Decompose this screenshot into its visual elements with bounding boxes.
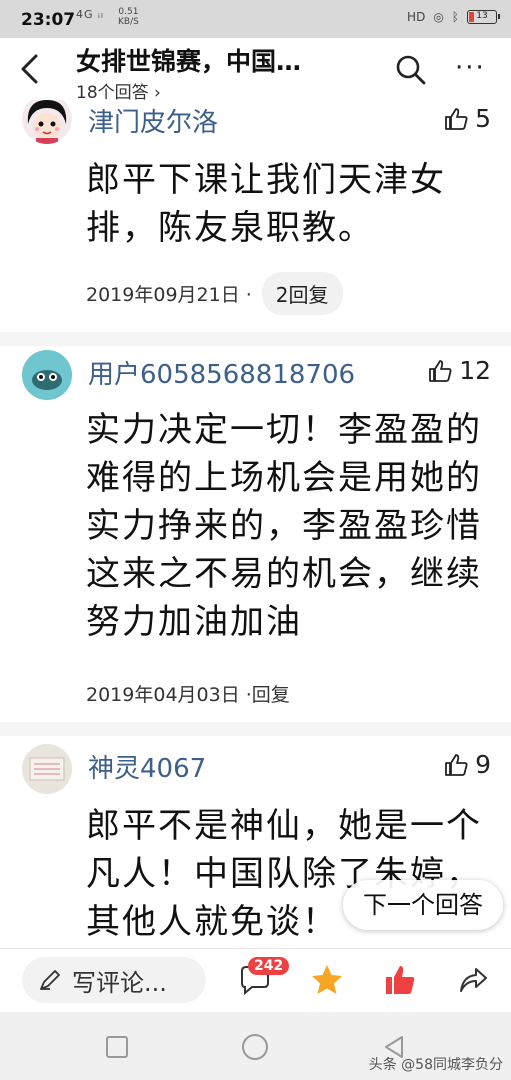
like-count: 9 xyxy=(475,750,491,779)
search-icon[interactable] xyxy=(395,54,427,86)
network-indicator: 4G ᵢₗ xyxy=(76,8,104,21)
answer-meta: 2019年09月21日 · 2回复 xyxy=(86,272,343,315)
divider xyxy=(0,332,511,346)
like-button[interactable]: 5 xyxy=(443,104,491,133)
username[interactable]: 用户6058568818706 xyxy=(88,354,355,391)
divider xyxy=(0,722,511,736)
reply-button[interactable]: 2回复 xyxy=(261,272,343,315)
answer-text[interactable]: 郎平下课让我们天津女排，陈友泉职教。 xyxy=(86,156,496,252)
share-icon[interactable] xyxy=(456,963,490,997)
clock: 23:07 xyxy=(21,10,76,30)
answer-text[interactable]: 实力决定一切！李盈盈的难得的上场机会是用她的实力挣来的，李盈盈珍惜这来之不易的机… xyxy=(86,406,496,646)
system-nav-bar: 头条 @58同城李负分 xyxy=(0,1012,511,1080)
answer-date: 2019年04月03日 · xyxy=(86,684,252,706)
comment-input[interactable]: 写评论... xyxy=(22,957,206,1003)
more-options-icon[interactable]: ··· xyxy=(455,55,493,84)
like-button[interactable]: 9 xyxy=(443,750,491,779)
cartoon-girl-avatar-icon xyxy=(22,100,72,144)
hd-label: HD xyxy=(407,10,426,24)
watermark: 头条 @58同城李负分 xyxy=(368,1057,503,1073)
next-answer-button[interactable]: 下一个回答 xyxy=(343,880,503,930)
default-user-avatar-icon xyxy=(22,350,72,400)
like-count: 5 xyxy=(475,104,491,133)
bluetooth-icon: ᛒ xyxy=(451,10,459,24)
thumbs-up-icon xyxy=(445,753,468,776)
like-count: 12 xyxy=(459,356,491,385)
recents-nav-icon[interactable] xyxy=(106,1036,128,1058)
page-title[interactable]: 女排世锦赛，中国… xyxy=(76,42,301,78)
pencil-icon xyxy=(40,970,60,990)
answer-date: 2019年09月21日 · xyxy=(86,284,252,306)
network-speed: 0.51 KB/S xyxy=(118,7,139,27)
avatar[interactable] xyxy=(22,100,72,144)
status-icons: HD ◎ ᛒ 13 xyxy=(407,10,500,24)
back-arrow-icon[interactable] xyxy=(16,52,46,86)
battery-icon: 13 xyxy=(467,10,500,24)
app-header: 女排世锦赛，中国… 18个回答 › ··· xyxy=(0,38,511,103)
reply-button[interactable]: 回复 xyxy=(252,680,290,707)
thumbs-up-icon xyxy=(445,107,468,130)
comment-count-badge: 242 xyxy=(248,957,290,975)
battery-level: 13 xyxy=(476,11,488,21)
bottom-toolbar: 写评论... 242 xyxy=(0,948,511,1012)
alarm-icon: ◎ xyxy=(433,10,444,24)
like-button[interactable]: 12 xyxy=(427,356,491,385)
photo-avatar-icon xyxy=(22,744,72,794)
home-nav-icon[interactable] xyxy=(242,1034,268,1060)
avatar[interactable] xyxy=(22,350,72,400)
avatar[interactable] xyxy=(22,744,72,794)
answers-feed[interactable]: 津门皮尔洛 5 郎平下课让我们天津女排，陈友泉职教。 2019年09月21日 ·… xyxy=(0,100,511,948)
status-bar: 23:07 4G ᵢₗ 0.51 KB/S HD ◎ ᛒ 13 xyxy=(0,0,511,38)
username[interactable]: 神灵4067 xyxy=(88,748,206,785)
thumbs-up-icon xyxy=(429,359,452,382)
answer-meta: 2019年04月03日 · 回复 xyxy=(86,680,290,707)
comment-placeholder: 写评论... xyxy=(72,968,167,997)
username[interactable]: 津门皮尔洛 xyxy=(88,102,218,139)
thumbs-up-filled-icon[interactable] xyxy=(383,963,417,997)
star-favorite-icon[interactable] xyxy=(310,963,344,997)
